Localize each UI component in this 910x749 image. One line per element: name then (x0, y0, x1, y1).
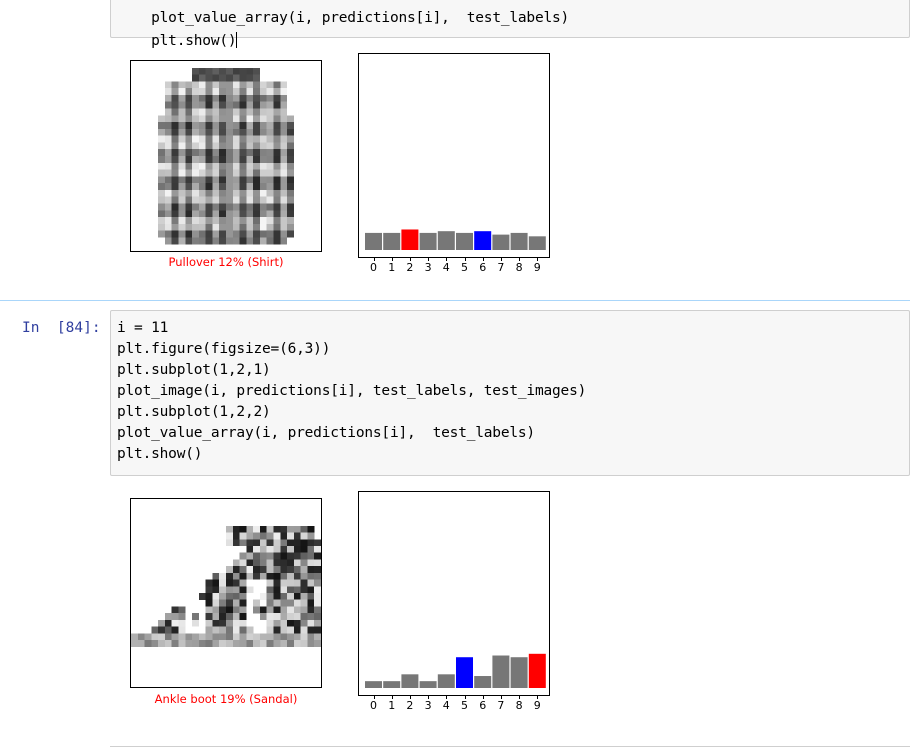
prediction-caption: Ankle boot 19% (Sandal) (154, 692, 298, 706)
x-tick-label: 8 (515, 699, 523, 712)
x-tick-label: 1 (388, 699, 396, 712)
bar-6 (474, 676, 492, 688)
cell-separator (110, 746, 910, 747)
value-array-chart (358, 491, 550, 696)
x-tick-label: 7 (497, 261, 505, 274)
code-line: plt.show() (117, 446, 203, 462)
bar-1 (383, 681, 401, 688)
x-tick-label: 2 (406, 261, 414, 274)
bar-3 (419, 681, 437, 688)
shirt-image (158, 67, 294, 245)
code-cell-1[interactable]: plot_value_array(i, predictions[i], test… (110, 0, 910, 49)
code-line: plt.subplot(1,2,1) (117, 362, 271, 378)
bar-2 (401, 229, 419, 250)
x-tick-label: 0 (370, 261, 377, 274)
x-tick-label: 4 (442, 699, 450, 712)
bar-7 (492, 234, 510, 250)
bar-0 (365, 232, 382, 250)
cell-separator (0, 300, 910, 301)
bar-4 (437, 674, 455, 688)
x-tick-label: 5 (461, 699, 468, 712)
prediction-caption: Pullover 12% (Shirt) (168, 255, 284, 269)
text-cursor (236, 32, 238, 48)
bar-chart-svg (365, 229, 546, 250)
sandal-image (131, 525, 321, 647)
output-image-shirt (130, 60, 322, 252)
code-line: plot_image(i, predictions[i], test_label… (117, 383, 587, 399)
x-tick-label: 0 (370, 699, 377, 712)
bar-8 (510, 657, 528, 688)
x-tick-label: 1 (388, 261, 396, 274)
code-line-text: plt.show() (151, 33, 237, 49)
bar-6 (474, 231, 492, 250)
bar-3 (419, 232, 437, 250)
bar-5 (456, 657, 473, 688)
value-array-chart (358, 53, 550, 258)
x-tick-label: 6 (479, 261, 487, 274)
output-image-sandal (130, 498, 322, 688)
x-tick-label: 9 (533, 699, 541, 712)
code-line: plt.figure(figsize=(6,3)) (117, 341, 331, 357)
x-tick-label: 7 (497, 699, 505, 712)
x-tick-label: 2 (406, 699, 414, 712)
bar-7 (492, 655, 510, 688)
bar-9 (528, 653, 546, 688)
bar-chart-svg (365, 653, 546, 688)
code-line: plt.subplot(1,2,2) (117, 404, 271, 420)
x-tick-label: 3 (424, 699, 432, 712)
code-line: plot_value_array(i, predictions[i], test… (117, 425, 535, 441)
input-prompt: In [84]: (22, 320, 101, 336)
bar-4 (437, 231, 455, 250)
x-tick-label: 4 (442, 261, 450, 274)
x-tick-label: 3 (424, 261, 432, 274)
bar-8 (510, 232, 528, 250)
bar-5 (456, 232, 473, 250)
x-tick-label: 6 (479, 699, 487, 712)
x-tick-label: 9 (533, 261, 541, 274)
bar-1 (383, 232, 401, 250)
code-cell-2[interactable]: i = 11 plt.figure(figsize=(6,3)) plt.subpl… (110, 310, 910, 476)
bar-0 (365, 681, 382, 688)
bar-9 (528, 236, 546, 250)
bar-2 (401, 674, 419, 688)
code-line: i = 11 (117, 320, 169, 336)
x-tick-label: 5 (461, 261, 468, 274)
x-tick-label: 8 (515, 261, 523, 274)
